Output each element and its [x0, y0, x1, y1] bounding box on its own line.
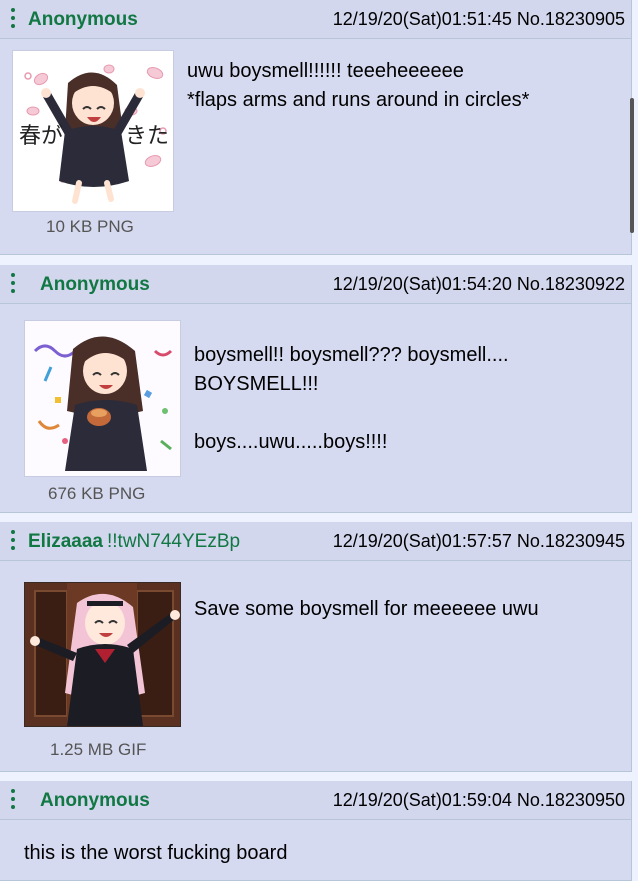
post-datetime: 12/19/20(Sat)01:54:20 [332, 274, 512, 294]
poster-name[interactable]: Elizaaaa !!twN744YEzBp [28, 531, 240, 553]
post-comment: uwu boysmell!!!!!! teeeheeeeee *flaps ar… [187, 57, 529, 115]
poster-name[interactable]: Anonymous [40, 790, 150, 812]
anime-girl-confetti-image [25, 321, 180, 476]
thumb-caption-right: きた [125, 124, 169, 149]
post-menu-icon[interactable] [8, 8, 18, 30]
comment-line: boysmell!! boysmell??? boysmell.... [194, 344, 509, 366]
post-number[interactable]: No.18230950 [517, 790, 625, 810]
comment-line: this is the worst fucking board [24, 842, 288, 864]
file-info[interactable]: 676 KB PNG [48, 484, 145, 504]
thumb-caption-left: 春が [19, 124, 63, 149]
post-number[interactable]: No.18230945 [517, 531, 625, 551]
anime-girl-gif-image [25, 583, 180, 726]
post-thumbnail[interactable] [24, 320, 181, 477]
poster-name-text: Elizaaaa [28, 531, 103, 552]
post-menu-icon[interactable] [8, 273, 18, 295]
anime-girl-thumbnail-image: 春が きた [13, 51, 173, 211]
post-number[interactable]: No.18230922 [517, 274, 625, 294]
post-datetime: 12/19/20(Sat)01:59:04 [332, 790, 512, 810]
post-header: Anonymous 12/19/20(Sat)01:51:45 No.18230… [0, 0, 631, 39]
post-header: Elizaaaa !!twN744YEzBp 12/19/20(Sat)01:57… [0, 522, 631, 561]
post-comment: this is the worst fucking board [24, 839, 287, 868]
file-info[interactable]: 1.25 MB GIF [50, 740, 146, 760]
post: Anonymous 12/19/20(Sat)01:51:45 No.18230… [0, 0, 632, 255]
post: Anonymous 12/19/20(Sat)01:54:20 No.18230… [0, 265, 632, 513]
scrollbar[interactable] [630, 98, 634, 233]
post-comment: Save some boysmell for meeeeee uwu [194, 595, 539, 624]
poster-name[interactable]: Anonymous [28, 9, 138, 31]
comment-line: uwu boysmell!!!!!! teeeheeeeee [187, 60, 464, 82]
post-header: Anonymous 12/19/20(Sat)01:54:20 No.18230… [0, 265, 631, 304]
post-header: Anonymous 12/19/20(Sat)01:59:04 No.18230… [0, 781, 631, 820]
post: Elizaaaa !!twN744YEzBp 12/19/20(Sat)01:57… [0, 522, 632, 772]
post-thumbnail[interactable] [24, 582, 181, 727]
post-meta: 12/19/20(Sat)01:51:45 No.18230905 [333, 9, 625, 30]
comment-line: *flaps arms and runs around in circles* [187, 89, 530, 111]
post-thumbnail[interactable]: 春が きた [12, 50, 174, 212]
post-menu-icon[interactable] [8, 789, 18, 811]
post-datetime: 12/19/20(Sat)01:57:57 [332, 531, 512, 551]
poster-name[interactable]: Anonymous [40, 274, 150, 296]
post-menu-icon[interactable] [8, 530, 18, 552]
post-datetime: 12/19/20(Sat)01:51:45 [332, 9, 512, 29]
post-meta: 12/19/20(Sat)01:59:04 No.18230950 [333, 790, 625, 811]
post-comment: boysmell!! boysmell??? boysmell.... BOYS… [194, 341, 509, 457]
comment-line: boys....uwu.....boys!!!! [194, 431, 388, 453]
post-number[interactable]: No.18230905 [517, 9, 625, 29]
post: Anonymous 12/19/20(Sat)01:59:04 No.18230… [0, 781, 632, 881]
file-info[interactable]: 10 KB PNG [46, 217, 134, 237]
post-meta: 12/19/20(Sat)01:57:57 No.18230945 [333, 531, 625, 552]
post-meta: 12/19/20(Sat)01:54:20 No.18230922 [333, 274, 625, 295]
poster-tripcode: !!twN744YEzBp [107, 531, 241, 552]
comment-line [194, 399, 509, 428]
comment-line: BOYSMELL!!! [194, 373, 319, 395]
comment-line: Save some boysmell for meeeeee uwu [194, 598, 539, 620]
